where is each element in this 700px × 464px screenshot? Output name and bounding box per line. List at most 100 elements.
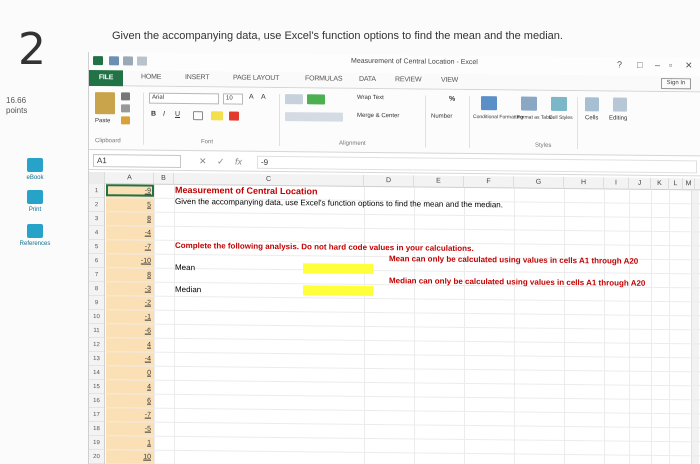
insert-function-icon[interactable]: fx [235, 157, 242, 167]
cell-a-value[interactable]: 4 [106, 380, 154, 395]
column-header-j[interactable]: J [629, 177, 651, 190]
cell-a-value[interactable]: -4 [106, 226, 154, 241]
tab-insert[interactable]: INSERT [185, 74, 209, 81]
tab-formulas[interactable]: FORMULAS [305, 75, 342, 82]
cell-a-value[interactable]: -2 [106, 296, 154, 311]
row-header[interactable]: 14 [89, 366, 105, 381]
underline-button[interactable]: U [175, 111, 180, 118]
format-as-table-button[interactable]: Format as Table [517, 114, 553, 120]
cell-a-value[interactable]: -4 [106, 352, 154, 367]
editing-icon[interactable] [613, 97, 627, 112]
tab-review[interactable]: REVIEW [395, 76, 421, 83]
cells-button[interactable]: Cells [585, 115, 598, 121]
merge-center-button[interactable]: Merge & Center [357, 113, 399, 119]
font-color-icon[interactable] [229, 111, 239, 121]
row-header[interactable]: 20 [89, 450, 105, 464]
wrap-text-button[interactable]: Wrap Text [357, 95, 384, 101]
conditional-formatting-icon[interactable] [481, 96, 497, 111]
column-header-a[interactable]: A [106, 172, 154, 185]
tab-view[interactable]: VIEW [441, 77, 458, 84]
tab-page-layout[interactable]: PAGE LAYOUT [233, 75, 279, 82]
format-painter-icon[interactable] [121, 116, 130, 125]
paste-icon[interactable] [95, 92, 115, 115]
column-header-f[interactable]: F [464, 175, 514, 189]
number-format-select[interactable]: Number [431, 114, 452, 120]
cell-a-value[interactable]: -10 [106, 254, 154, 269]
row-header[interactable]: 8 [89, 282, 105, 297]
median-input-cell[interactable] [303, 285, 373, 296]
font-name-select[interactable]: Arial [149, 92, 219, 105]
row-header[interactable]: 18 [89, 422, 105, 437]
mean-input-cell[interactable] [303, 263, 373, 274]
cell-a-value[interactable]: -7 [106, 408, 154, 423]
row-header[interactable]: 1 [89, 184, 105, 199]
median-label[interactable]: Median [175, 284, 201, 295]
italic-button[interactable]: I [163, 111, 165, 118]
align-buttons-icon[interactable] [285, 112, 343, 122]
row-header[interactable]: 17 [89, 408, 105, 423]
column-header-i[interactable]: I [604, 177, 629, 190]
close-button[interactable]: ✕ [685, 60, 693, 71]
column-header-l[interactable]: L [669, 178, 683, 191]
tab-home[interactable]: HOME [141, 74, 161, 81]
row-header[interactable]: 9 [89, 296, 105, 311]
row-header[interactable]: 13 [89, 352, 105, 367]
row-header[interactable]: 3 [89, 212, 105, 227]
cells-icon[interactable] [585, 97, 599, 112]
cell-a-value[interactable]: 8 [106, 212, 154, 227]
name-box[interactable]: A1 [93, 154, 181, 168]
tab-data[interactable]: DATA [359, 76, 376, 83]
row-header[interactable]: 5 [89, 240, 105, 255]
column-header-d[interactable]: D [364, 174, 414, 188]
row-header[interactable]: 7 [89, 268, 105, 283]
column-header-e[interactable]: E [414, 175, 464, 188]
shrink-font-icon[interactable]: A [261, 94, 266, 101]
column-header-g[interactable]: G [514, 176, 564, 189]
undo-icon[interactable] [123, 56, 133, 66]
row-header[interactable]: 12 [89, 338, 105, 353]
row-header[interactable]: 6 [89, 254, 105, 269]
select-all-corner[interactable] [89, 172, 105, 185]
cell-a-value[interactable]: 8 [106, 268, 154, 283]
minimize-button[interactable]: – [655, 60, 660, 70]
column-header-h[interactable]: H [564, 176, 604, 190]
row-header[interactable]: 2 [89, 198, 105, 213]
cell-a-value[interactable]: 6 [106, 394, 154, 409]
enter-icon[interactable]: ✓ [217, 156, 225, 167]
restore-button[interactable]: ▫ [669, 60, 672, 70]
column-header-m[interactable]: M [683, 178, 695, 191]
border-icon[interactable] [193, 111, 203, 121]
row-header[interactable]: 15 [89, 380, 105, 395]
paste-label[interactable]: Paste [95, 118, 110, 124]
cell-a-value[interactable]: 4 [106, 338, 154, 353]
cell-a-value[interactable]: -6 [106, 324, 154, 339]
align-top-icon[interactable] [285, 94, 303, 105]
cancel-icon[interactable]: ✕ [199, 156, 207, 167]
row-header[interactable]: 10 [89, 310, 105, 325]
mean-label[interactable]: Mean [175, 262, 195, 273]
fill-color-icon[interactable] [211, 111, 223, 121]
formula-input[interactable]: -9 [257, 155, 697, 174]
cell-a-value[interactable]: 5 [106, 198, 154, 213]
analysis-instruction[interactable]: Complete the following analysis. Do not … [175, 240, 474, 254]
copy-icon[interactable] [121, 104, 130, 113]
cell-styles-button[interactable]: Cell Styles [549, 115, 573, 121]
row-header[interactable]: 11 [89, 324, 105, 339]
redo-icon[interactable] [137, 56, 147, 66]
references-button[interactable]: References [4, 224, 66, 247]
save-icon[interactable] [109, 56, 119, 66]
row-header[interactable]: 16 [89, 394, 105, 409]
cell-a-value[interactable]: 10 [106, 450, 154, 464]
orientation-icon[interactable] [307, 94, 325, 105]
cell-a-value[interactable]: -5 [106, 422, 154, 437]
cell-styles-icon[interactable] [551, 96, 567, 112]
cell-a-value[interactable]: -1 [106, 310, 154, 325]
editing-button[interactable]: Editing [609, 115, 627, 121]
row-header[interactable]: 19 [89, 436, 105, 451]
cut-icon[interactable] [121, 92, 130, 101]
bold-button[interactable]: B [151, 111, 156, 118]
sign-in-button[interactable]: Sign In [661, 78, 691, 90]
grow-font-icon[interactable]: A [249, 94, 254, 101]
font-size-select[interactable]: 10 [223, 93, 243, 105]
tab-file[interactable]: FILE [89, 70, 123, 87]
